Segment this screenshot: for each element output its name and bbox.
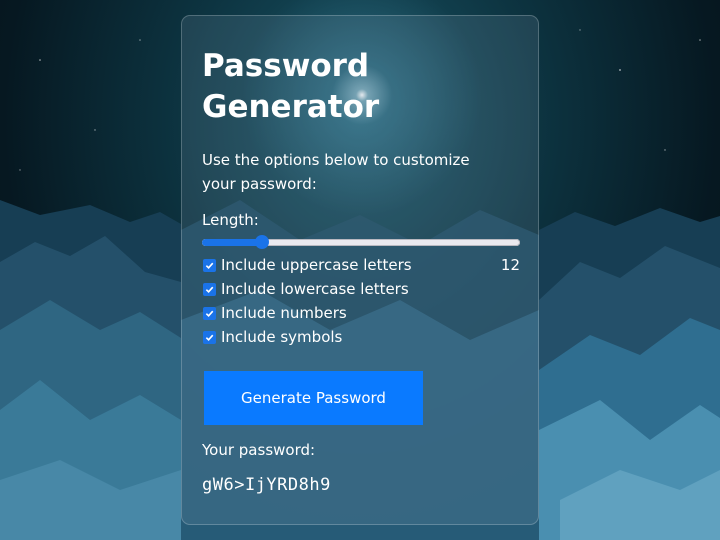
checkbox-numbers[interactable]	[203, 306, 216, 320]
option-uppercase[interactable]: Include uppercase letters	[202, 253, 520, 277]
checkmark-icon	[205, 262, 214, 269]
checkbox-symbols[interactable]	[203, 330, 216, 344]
length-slider[interactable]	[202, 233, 520, 251]
length-value: 12	[500, 256, 520, 274]
option-label: Include numbers	[221, 304, 347, 322]
option-label: Include symbols	[221, 328, 343, 346]
checkmark-icon	[205, 334, 214, 341]
checkmark-icon	[205, 310, 214, 317]
options-list: 12 Include uppercase letters Include low…	[202, 253, 520, 349]
length-label: Length:	[202, 211, 259, 229]
password-label: Your password:	[202, 441, 316, 459]
generate-password-button[interactable]: Generate Password	[204, 371, 423, 425]
checkbox-lowercase[interactable]	[203, 282, 216, 296]
generator-card: Password Generator Use the options below…	[181, 15, 539, 525]
description-text: Use the options below to customize your …	[202, 151, 470, 193]
page-title: Password Generator	[202, 48, 380, 125]
checkmark-icon	[205, 286, 214, 293]
option-lowercase[interactable]: Include lowercase letters	[202, 277, 520, 301]
option-label: Include uppercase letters	[221, 256, 412, 274]
option-numbers[interactable]: Include numbers	[202, 301, 520, 325]
option-label: Include lowercase letters	[221, 280, 409, 298]
slider-thumb[interactable]	[255, 235, 269, 249]
checkbox-uppercase[interactable]	[203, 258, 216, 272]
option-symbols[interactable]: Include symbols	[202, 325, 520, 349]
password-output[interactable]: gW6>IjYRD8h9	[202, 473, 518, 497]
slider-fill	[202, 239, 262, 246]
